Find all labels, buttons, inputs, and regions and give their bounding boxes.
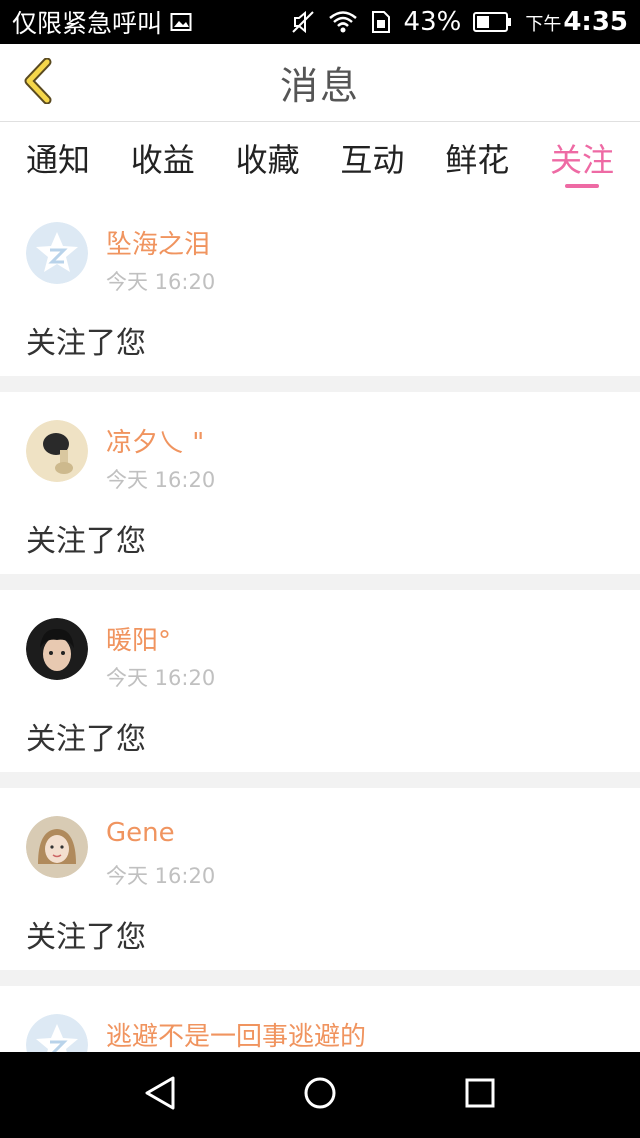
- nav-back-button[interactable]: [130, 1065, 190, 1125]
- status-bar: 仅限紧急呼叫 43% 下午 4:35: [0, 0, 640, 44]
- mute-icon: [290, 9, 316, 35]
- tab-notifications[interactable]: 通知: [26, 122, 90, 194]
- system-nav-bar: [0, 1052, 640, 1138]
- triangle-back-icon: [143, 1075, 177, 1115]
- avatar[interactable]: [26, 1014, 88, 1052]
- message-text: 关注了您: [26, 524, 146, 559]
- user-name[interactable]: 坠海之泪: [106, 224, 210, 261]
- list-item[interactable]: 暖阳° 今天 16:20 关注了您: [0, 590, 640, 772]
- avatar[interactable]: [26, 222, 88, 284]
- user-name[interactable]: 暖阳°: [106, 620, 171, 657]
- timestamp: 今天 16:20: [106, 864, 216, 888]
- battery-icon: [473, 11, 513, 33]
- tab-favorites[interactable]: 收藏: [236, 122, 300, 194]
- nav-recents-button[interactable]: [450, 1065, 510, 1125]
- emergency-call-text: 仅限紧急呼叫: [12, 9, 163, 38]
- message-text: 关注了您: [26, 920, 146, 955]
- user-name[interactable]: 逃避不是一回事逃避的: [106, 1016, 366, 1052]
- timestamp: 今天 16:20: [106, 270, 216, 294]
- tab-earnings[interactable]: 收益: [131, 122, 195, 194]
- avatar[interactable]: [26, 816, 88, 878]
- avatar[interactable]: [26, 618, 88, 680]
- nav-home-button[interactable]: [290, 1065, 350, 1125]
- list-item[interactable]: Gene 今天 16:20 关注了您: [0, 788, 640, 970]
- message-text: 关注了您: [26, 326, 146, 361]
- list-item[interactable]: 坠海之泪 今天 16:20 关注了您: [0, 194, 640, 376]
- follow-feed: 坠海之泪 今天 16:20 关注了您 凉夕乀 " 今天 16:20 关注了您 暖…: [0, 194, 640, 1052]
- clock: 下午 4:35: [525, 7, 628, 37]
- circle-home-icon: [303, 1076, 337, 1114]
- user-name[interactable]: 凉夕乀 ": [106, 422, 204, 459]
- back-arrow-icon: [21, 57, 53, 108]
- list-item[interactable]: 逃避不是一回事逃避的: [0, 986, 640, 1052]
- app-header: 消息: [0, 44, 640, 122]
- timestamp: 今天 16:20: [106, 666, 216, 690]
- wifi-icon: [328, 10, 358, 34]
- avatar[interactable]: [26, 420, 88, 482]
- image-icon: [170, 11, 192, 33]
- user-name[interactable]: Gene: [106, 818, 175, 848]
- page-title: 消息: [279, 64, 360, 108]
- time-period: 下午: [525, 14, 562, 35]
- battery-percent: 43%: [403, 7, 462, 37]
- list-item[interactable]: 凉夕乀 " 今天 16:20 关注了您: [0, 392, 640, 574]
- tab-bar: 通知 收益 收藏 互动 鲜花 关注: [0, 122, 640, 194]
- square-recents-icon: [464, 1077, 496, 1113]
- timestamp: 今天 16:20: [106, 468, 216, 492]
- time-value: 4:35: [563, 7, 628, 37]
- tab-following[interactable]: 关注: [550, 122, 614, 194]
- tab-interactions[interactable]: 互动: [340, 122, 404, 194]
- message-text: 关注了您: [26, 722, 146, 757]
- tab-flowers[interactable]: 鲜花: [445, 122, 509, 194]
- back-button[interactable]: [14, 57, 60, 108]
- data-sim-icon: [370, 10, 392, 34]
